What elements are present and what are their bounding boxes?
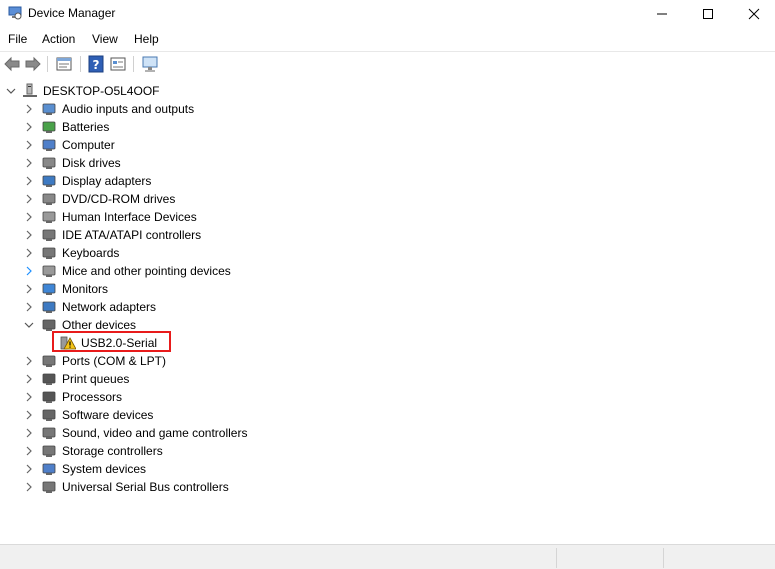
tree-item-label[interactable]: System devices (62, 460, 146, 478)
tree-item-label[interactable]: Storage controllers (62, 442, 163, 460)
chevron-right-icon[interactable] (24, 194, 34, 204)
back-arrow-icon[interactable] (3, 55, 21, 73)
menu-file[interactable]: File (8, 32, 27, 46)
tree-item-label[interactable]: Network adapters (62, 298, 156, 316)
menu-view[interactable]: View (92, 32, 118, 46)
chevron-right-icon[interactable] (24, 482, 34, 492)
root-chevron-down-icon[interactable] (6, 86, 16, 96)
chevron-right-icon[interactable] (24, 248, 34, 258)
mouse-icon (42, 265, 56, 277)
ide-controller-icon (42, 229, 56, 241)
network-adapter-icon (42, 301, 56, 313)
tree-item-label[interactable]: Print queues (62, 370, 129, 388)
disk-drive-icon (42, 157, 56, 169)
chevron-right-icon[interactable] (24, 410, 34, 420)
tree-item-label[interactable]: Audio inputs and outputs (62, 100, 194, 118)
tree-item-label[interactable]: DVD/CD-ROM drives (62, 190, 175, 208)
chevron-right-icon[interactable] (24, 446, 34, 456)
dvd-icon (42, 193, 56, 205)
help-icon[interactable]: ? (87, 55, 105, 73)
chevron-down-icon[interactable] (24, 320, 34, 330)
tree-item-label[interactable]: Processors (62, 388, 122, 406)
tree-item-label[interactable]: Human Interface Devices (62, 208, 197, 226)
chevron-right-icon[interactable] (24, 140, 34, 150)
tree-item-label[interactable]: Sound, video and game controllers (62, 424, 247, 442)
computer-root-icon (23, 83, 37, 97)
keyboard-icon (42, 247, 56, 259)
menu-bar: File Action View Help (0, 28, 775, 50)
monitor-icon (42, 283, 56, 295)
speaker-icon (42, 103, 56, 115)
tree-item-label[interactable]: Ports (COM & LPT) (62, 352, 166, 370)
tree-item-label[interactable]: Disk drives (62, 154, 121, 172)
tree-item-label[interactable]: Display adapters (62, 172, 151, 190)
tree-item-label[interactable]: Keyboards (62, 244, 119, 262)
computer-icon (42, 139, 56, 151)
properties-icon[interactable] (55, 55, 73, 73)
hid-icon (42, 211, 56, 223)
device-tree: DESKTOP-O5L4OOF Audio inputs and outputs… (0, 77, 775, 542)
tree-item-label[interactable]: Batteries (62, 118, 109, 136)
chevron-right-icon[interactable] (24, 356, 34, 366)
chevron-right-icon[interactable] (24, 176, 34, 186)
selection-highlight-box (52, 331, 171, 352)
chevron-right-icon[interactable] (24, 302, 34, 312)
display-adapter-icon (42, 175, 56, 187)
chevron-right-icon[interactable] (24, 104, 34, 114)
minimize-icon (657, 13, 667, 14)
tree-item-label[interactable]: Software devices (62, 406, 153, 424)
tree-root-label[interactable]: DESKTOP-O5L4OOF (43, 82, 159, 100)
menu-help[interactable]: Help (134, 32, 159, 46)
maximize-icon (703, 8, 713, 19)
maximize-button[interactable] (685, 0, 731, 27)
device-manager-icon (8, 6, 22, 20)
chevron-right-icon[interactable] (24, 284, 34, 294)
forward-arrow-icon[interactable] (24, 55, 42, 73)
chevron-right-icon[interactable] (24, 158, 34, 168)
chevron-right-icon[interactable] (24, 212, 34, 222)
system-device-icon (42, 463, 56, 475)
tree-item-label[interactable]: Universal Serial Bus controllers (62, 478, 229, 496)
minimize-button[interactable] (639, 0, 685, 27)
sound-controller-icon (42, 427, 56, 439)
chevron-right-icon[interactable] (24, 266, 34, 276)
view-icon[interactable] (109, 55, 127, 73)
chevron-right-icon[interactable] (24, 230, 34, 240)
svg-text:?: ? (93, 58, 100, 72)
port-icon (42, 355, 56, 367)
chevron-right-icon[interactable] (24, 392, 34, 402)
printer-icon (42, 373, 56, 385)
menu-action[interactable]: Action (42, 32, 75, 46)
storage-controller-icon (42, 445, 56, 457)
tree-item-label[interactable]: IDE ATA/ATAPI controllers (62, 226, 201, 244)
chevron-right-icon[interactable] (24, 122, 34, 132)
status-bar (0, 544, 775, 569)
processor-icon (42, 391, 56, 403)
chevron-right-icon[interactable] (24, 464, 34, 474)
close-button[interactable] (731, 0, 775, 27)
tree-item-label[interactable]: Monitors (62, 280, 108, 298)
close-icon (748, 8, 760, 19)
battery-icon (42, 121, 56, 133)
software-device-icon (42, 409, 56, 421)
tree-item-label[interactable]: Computer (62, 136, 115, 154)
tree-item-label[interactable]: Mice and other pointing devices (62, 262, 231, 280)
title-bar: Device Manager (0, 0, 775, 27)
chevron-right-icon[interactable] (24, 374, 34, 384)
window-title: Device Manager (28, 6, 116, 20)
chevron-right-icon[interactable] (24, 428, 34, 438)
toolbar: ? (0, 51, 775, 78)
scan-hardware-icon[interactable] (141, 55, 159, 73)
usb-icon (42, 481, 56, 493)
